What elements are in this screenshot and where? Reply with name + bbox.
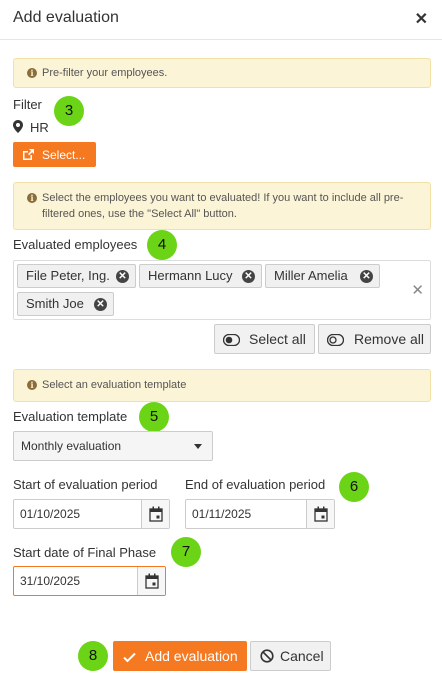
select-all-label: Select all [249, 331, 306, 347]
final-phase-value: 31/10/2025 [20, 574, 81, 588]
select-template-alert: i Select an evaluation template [13, 369, 431, 402]
employee-chip-label: Smith Joe [26, 296, 84, 311]
toggle-off-icon [326, 333, 345, 349]
cancel-label: Cancel [280, 648, 324, 664]
map-pin-icon [13, 120, 23, 138]
calendar-icon[interactable] [137, 567, 165, 595]
ban-icon [260, 649, 274, 666]
remove-chip-icon[interactable]: ✕ [116, 270, 129, 283]
info-icon: i [27, 68, 37, 78]
employee-chip: File Peter, Ing. ✕ [17, 264, 136, 288]
select-template-alert-text: Select an evaluation template [42, 379, 187, 391]
info-icon: i [27, 193, 37, 203]
filter-value: HR [30, 120, 49, 135]
step-badge-3: 3 [54, 96, 84, 126]
template-select[interactable]: Monthly evaluation [13, 431, 213, 461]
start-period-label: Start of evaluation period [13, 477, 158, 492]
dialog-title: Add evaluation [13, 9, 119, 26]
clear-icon[interactable]: ✕ [411, 281, 424, 299]
remove-all-button[interactable]: Remove all [318, 324, 431, 354]
remove-all-label: Remove all [354, 331, 425, 347]
end-period-input[interactable]: 01/11/2025 [185, 499, 335, 529]
prefilter-alert-text: Pre-filter your employees. [42, 67, 168, 79]
check-icon [123, 650, 136, 666]
employee-chip: Miller Amelia ✕ [265, 264, 380, 288]
step-badge-4: 4 [147, 230, 177, 260]
remove-chip-icon[interactable]: ✕ [360, 270, 373, 283]
filter-select-label: Select... [42, 148, 86, 162]
add-evaluation-label: Add evaluation [145, 648, 238, 664]
employees-label: Evaluated employees [13, 237, 138, 252]
template-select-value: Monthly evaluation [21, 439, 122, 453]
employees-tagbox[interactable]: File Peter, Ing. ✕ Hermann Lucy ✕ Miller… [13, 260, 431, 320]
end-period-value: 01/11/2025 [192, 507, 252, 521]
dialog-header: Add evaluation ✕ [0, 0, 442, 40]
employee-chip-label: Miller Amelia [274, 268, 348, 283]
prefilter-alert: i Pre-filter your employees. [13, 58, 431, 88]
calendar-icon[interactable] [306, 500, 334, 528]
info-icon: i [27, 380, 37, 390]
select-all-button[interactable]: Select all [214, 324, 315, 354]
final-phase-label: Start date of Final Phase [13, 545, 157, 560]
step-badge-5: 5 [139, 402, 169, 432]
step-badge-7: 7 [171, 537, 201, 567]
cancel-button[interactable]: Cancel [250, 641, 331, 671]
employee-chip: Hermann Lucy ✕ [139, 264, 262, 288]
add-evaluation-button[interactable]: Add evaluation [113, 641, 247, 671]
external-link-icon [22, 148, 35, 164]
employee-chip: Smith Joe ✕ [17, 292, 114, 316]
start-period-value: 01/10/2025 [20, 507, 81, 521]
chevron-down-icon [194, 444, 202, 449]
remove-chip-icon[interactable]: ✕ [242, 270, 255, 283]
filter-select-button[interactable]: Select... [13, 142, 96, 167]
end-period-label: End of evaluation period [185, 477, 326, 492]
select-employees-alert: i Select the employees you want to evalu… [13, 182, 431, 230]
step-badge-6: 6 [339, 472, 369, 502]
step-badge-8: 8 [78, 641, 108, 671]
toggle-on-icon [222, 333, 241, 349]
final-phase-input[interactable]: 31/10/2025 [13, 566, 166, 596]
filter-label: Filter [13, 97, 42, 112]
employee-chip-label: Hermann Lucy [148, 268, 233, 283]
select-employees-alert-text: Select the employees you want to evaluat… [42, 192, 404, 220]
template-label: Evaluation template [13, 409, 128, 424]
close-icon[interactable]: ✕ [415, 9, 428, 29]
calendar-icon[interactable] [141, 500, 169, 528]
remove-chip-icon[interactable]: ✕ [94, 298, 107, 311]
employee-chip-label: File Peter, Ing. [26, 268, 110, 283]
start-period-input[interactable]: 01/10/2025 [13, 499, 170, 529]
